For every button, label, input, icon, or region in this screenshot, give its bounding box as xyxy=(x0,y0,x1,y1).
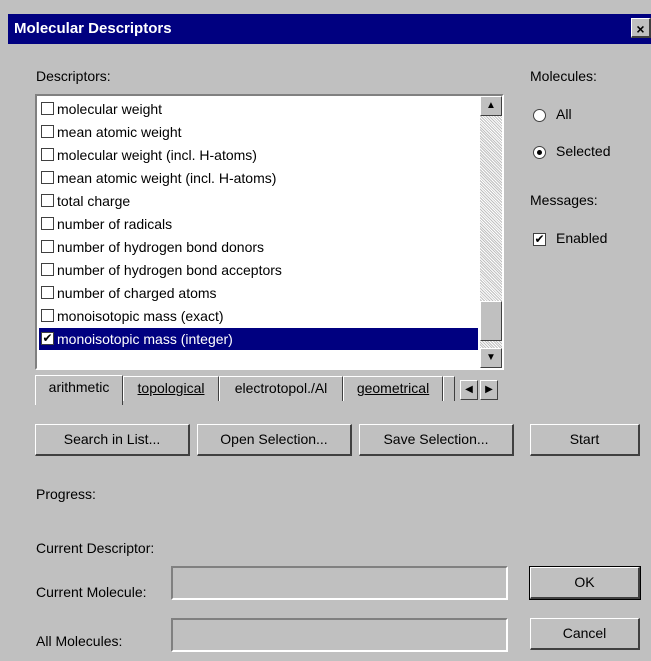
tab-topological[interactable]: topological xyxy=(123,376,219,401)
start-button[interactable]: Start xyxy=(530,424,640,456)
molecules-label: Molecules: xyxy=(530,68,597,84)
list-item-checkbox[interactable] xyxy=(41,171,54,184)
list-item[interactable]: number of charged atoms xyxy=(39,282,478,304)
list-item[interactable]: mean atomic weight xyxy=(39,121,478,143)
radio-selected-dot xyxy=(537,150,542,155)
list-item[interactable]: mean atomic weight (incl. H-atoms) xyxy=(39,167,478,189)
tab-electrotopol[interactable]: electrotopol./Al xyxy=(219,376,343,401)
list-item[interactable]: number of hydrogen bond donors xyxy=(39,236,478,258)
list-scrollbar[interactable]: ▲ ▼ xyxy=(480,96,502,368)
list-item-label: number of charged atoms xyxy=(57,285,217,301)
descriptors-label: Descriptors: xyxy=(36,68,111,84)
enabled-checkbox[interactable]: ✔ xyxy=(533,233,546,246)
list-item-checkbox[interactable] xyxy=(41,263,54,276)
list-item-label: molecular weight xyxy=(57,101,163,117)
tab-overflow[interactable] xyxy=(443,376,455,401)
messages-label: Messages: xyxy=(530,192,598,208)
tab-geometrical[interactable]: geometrical xyxy=(343,376,443,401)
list-item[interactable]: number of radicals xyxy=(39,213,478,235)
radio-selected[interactable] xyxy=(533,146,546,159)
list-item-label: monoisotopic mass (exact) xyxy=(57,308,224,324)
list-item-label: number of radicals xyxy=(57,216,173,232)
list-item-checkbox[interactable] xyxy=(41,125,54,138)
scroll-down-icon[interactable]: ▼ xyxy=(480,348,502,368)
all-molecules-field xyxy=(171,618,508,652)
list-item-label: molecular weight (incl. H-atoms) xyxy=(57,147,257,163)
list-item-checkbox[interactable] xyxy=(41,286,54,299)
dialog-window: Molecular Descriptors × Descriptors: mol… xyxy=(0,0,651,661)
current-molecule-label: Current Molecule: xyxy=(36,584,147,600)
list-item-checkbox[interactable]: ✔ xyxy=(41,332,54,345)
list-item[interactable]: molecular weight xyxy=(39,98,478,120)
list-item-checkbox[interactable] xyxy=(41,102,54,115)
list-item-checkbox[interactable] xyxy=(41,148,54,161)
list-item-label: monoisotopic mass (integer) xyxy=(57,331,233,347)
window-title: Molecular Descriptors xyxy=(14,20,172,37)
tab-scroll-right-icon[interactable]: ▶ xyxy=(480,380,498,400)
radio-selected-label[interactable]: Selected xyxy=(556,143,610,159)
current-molecule-field xyxy=(171,566,508,600)
list-item[interactable]: molecular weight (incl. H-atoms) xyxy=(39,144,478,166)
list-item[interactable]: total charge xyxy=(39,190,478,212)
close-button[interactable]: × xyxy=(631,18,651,38)
title-bar: Molecular Descriptors × xyxy=(8,14,651,44)
current-descriptor-label: Current Descriptor: xyxy=(36,540,155,556)
enabled-label[interactable]: Enabled xyxy=(556,230,607,246)
cancel-button[interactable]: Cancel xyxy=(530,618,640,650)
scroll-up-icon[interactable]: ▲ xyxy=(480,96,502,116)
list-item-label: mean atomic weight (incl. H-atoms) xyxy=(57,170,277,186)
scroll-thumb[interactable] xyxy=(480,301,502,341)
descriptor-list[interactable]: molecular weight mean atomic weight molecu… xyxy=(35,94,504,370)
list-item-checkbox[interactable] xyxy=(41,217,54,230)
list-item[interactable]: monoisotopic mass (exact) xyxy=(39,305,478,327)
radio-all[interactable] xyxy=(533,109,546,122)
list-item[interactable]: number of hydrogen bond acceptors xyxy=(39,259,478,281)
progress-label: Progress: xyxy=(36,486,96,502)
search-in-list-button[interactable]: Search in List... xyxy=(35,424,190,456)
radio-all-label[interactable]: All xyxy=(556,106,572,122)
all-molecules-label: All Molecules: xyxy=(36,633,123,649)
ok-button[interactable]: OK xyxy=(529,566,641,600)
save-selection-button[interactable]: Save Selection... xyxy=(359,424,514,456)
list-item[interactable]: ✔ monoisotopic mass (integer) xyxy=(39,328,478,350)
tab-arithmetic[interactable]: arithmetic xyxy=(35,375,123,405)
list-item-label: number of hydrogen bond donors xyxy=(57,239,265,255)
open-selection-button[interactable]: Open Selection... xyxy=(197,424,352,456)
list-item-label: mean atomic weight xyxy=(57,124,182,140)
list-item-checkbox[interactable] xyxy=(41,309,54,322)
list-item-checkbox[interactable] xyxy=(41,194,54,207)
list-item-checkbox[interactable] xyxy=(41,240,54,253)
list-item-label: number of hydrogen bond acceptors xyxy=(57,262,282,278)
tab-scroll-left-icon[interactable]: ◀ xyxy=(460,380,478,400)
list-item-label: total charge xyxy=(57,193,131,209)
